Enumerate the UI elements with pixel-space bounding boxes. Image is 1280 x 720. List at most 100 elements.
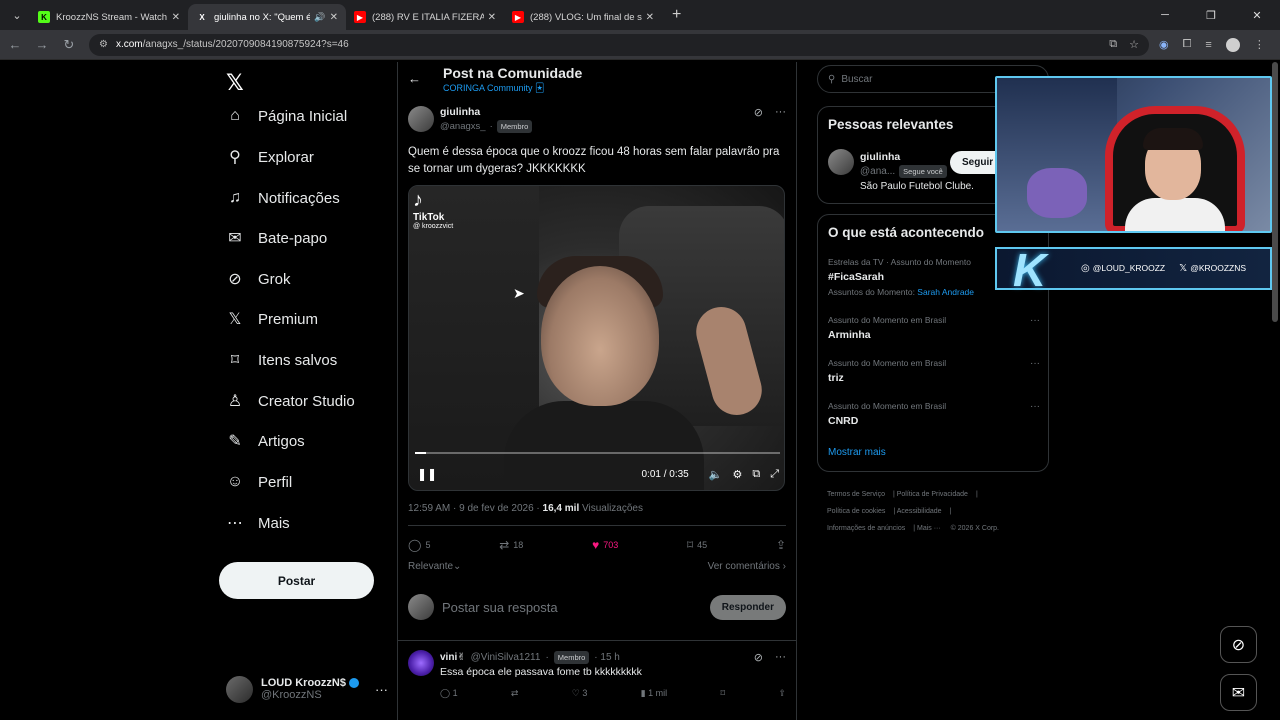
footer-link[interactable]: Política de cookies xyxy=(827,508,885,515)
sidebar-item-premium[interactable]: 𝕏 Premium xyxy=(226,305,318,333)
puzzle-icon[interactable]: ⧠ xyxy=(1183,38,1192,51)
sidebar-item-grok[interactable]: ⊘ Grok xyxy=(226,265,290,293)
share-action[interactable]: ⇪ xyxy=(776,538,786,552)
close-window-icon[interactable]: ✕ xyxy=(1234,0,1280,30)
url-path: /anagxs_/status/2020709084190875924?s=46 xyxy=(142,39,349,50)
menu-kebab-icon[interactable]: ⋮ xyxy=(1254,38,1265,51)
forward-arrow-icon[interactable]: → xyxy=(30,33,54,57)
share-action[interactable]: ⇪ xyxy=(778,688,786,699)
post-button[interactable]: Postar xyxy=(219,562,374,599)
like-action[interactable]: ♡ 3 xyxy=(572,688,588,699)
repost-action[interactable]: ⇄ xyxy=(511,688,519,699)
footer-link[interactable]: Informações de anúncios xyxy=(827,525,905,532)
reload-icon[interactable]: ↻ xyxy=(57,33,81,57)
back-arrow-icon[interactable]: ← xyxy=(408,71,421,86)
bookmark-action[interactable]: ⌑ xyxy=(721,688,726,699)
close-tab-icon[interactable]: ✕ xyxy=(646,12,654,23)
maximize-icon[interactable]: ❐ xyxy=(1188,0,1234,30)
x-logo-icon[interactable]: 𝕏 xyxy=(226,70,244,96)
sidebar-item-artigos[interactable]: ✎ Artigos xyxy=(226,427,304,455)
bookmark-star-icon[interactable]: ☆ xyxy=(1129,38,1139,51)
sidebar-item-notificações[interactable]: ♫ Notificações xyxy=(226,184,340,212)
avatar[interactable] xyxy=(828,149,854,175)
heart-icon: ♥ xyxy=(592,538,600,552)
avatar[interactable] xyxy=(408,106,434,132)
account-switcher[interactable]: LOUD KroozzN$ @KroozzNS ··· xyxy=(226,674,388,704)
pip-icon[interactable]: ⧉ xyxy=(752,468,760,481)
page-scrollbar[interactable] xyxy=(1272,62,1278,322)
reply-author-name[interactable]: vini✌ xyxy=(440,652,466,663)
sidebar-item-creator-studio[interactable]: ♙ Creator Studio xyxy=(226,387,355,415)
post-timestamp[interactable]: 12:59 AM · 9 de fev de 2026 · xyxy=(408,503,543,514)
more-dots-icon[interactable]: ··· xyxy=(1030,401,1040,412)
footer-link[interactable]: Termos de Serviço xyxy=(827,491,885,498)
tab-youtube-2[interactable]: ▶ (288) VLOG: Um final de seman ✕ xyxy=(504,4,662,30)
new-tab-plus-icon[interactable]: + xyxy=(672,6,681,24)
community-link[interactable]: CORINGA Community 🃏 xyxy=(443,83,582,94)
tab-x-post[interactable]: X giulinha no X: "Quem é dess 🔊 ✕ xyxy=(188,4,346,30)
reply-input[interactable]: Postar sua resposta xyxy=(442,600,558,615)
bookmark-action[interactable]: ⌑ 45 xyxy=(687,538,707,552)
minimize-icon[interactable]: ─ xyxy=(1142,0,1188,30)
relevant-name[interactable]: giulinha xyxy=(860,151,900,163)
volume-icon[interactable]: 🔈 xyxy=(709,468,723,481)
author-name[interactable]: giulinha xyxy=(440,106,532,118)
sidebar-item-perfil[interactable]: ☺ Perfil xyxy=(226,468,292,496)
pause-icon[interactable]: ❚❚ xyxy=(417,467,437,481)
sidebar-item-bate-papo[interactable]: ✉ Bate-papo xyxy=(226,224,327,252)
tab-youtube-1[interactable]: ▶ (288) RV E ITALIA FIZERAM CHA ✕ xyxy=(346,4,504,30)
sort-label: Relevante xyxy=(408,561,454,572)
sort-dropdown[interactable]: Relevante⌄ xyxy=(408,561,461,572)
view-comments-link[interactable]: Ver comentários › xyxy=(708,561,786,572)
settings-gear-icon[interactable]: ⚙ xyxy=(732,468,742,481)
sidebar-item-mais[interactable]: ⋯ Mais xyxy=(226,509,290,537)
video-player[interactable]: ♪ TikTok @ kroozzvict ➤ ❚❚ 0:01 / 0:35 🔈… xyxy=(408,185,785,491)
footer-link[interactable]: Mais ··· xyxy=(917,525,941,532)
avatar[interactable] xyxy=(408,650,434,676)
messages-fab-button[interactable]: ✉ xyxy=(1220,674,1257,711)
tab-search-button[interactable]: ⌄ xyxy=(4,4,30,26)
trend-item[interactable]: Assunto do Momento em Brasil Arminha ··· xyxy=(828,315,1040,341)
trend-extra-link[interactable]: Sarah Andrade xyxy=(917,287,974,297)
fullscreen-icon[interactable]: ⤢ xyxy=(770,468,779,481)
trend-item[interactable]: Assunto do Momento em Brasil triz ··· xyxy=(828,358,1040,384)
reply-button[interactable]: Responder xyxy=(709,594,786,620)
x-logo-icon: 𝕏 xyxy=(1179,263,1188,274)
footer-link[interactable]: Acessibilidade xyxy=(897,508,942,515)
media-icon[interactable]: ≡ xyxy=(1205,39,1211,51)
reply-author-handle[interactable]: @ViniSilva1211 xyxy=(471,652,541,663)
profile-avatar-icon[interactable] xyxy=(1225,37,1240,52)
close-tab-icon[interactable]: ✕ xyxy=(330,12,338,23)
sidebar-item-explorar[interactable]: ⚲ Explorar xyxy=(226,143,314,171)
close-tab-icon[interactable]: ✕ xyxy=(488,12,496,23)
more-dots-icon[interactable]: ··· xyxy=(775,106,786,119)
reply-action[interactable]: ◯ 1 xyxy=(440,688,458,699)
sidebar-item-itens-salvos[interactable]: ⌑ Itens salvos xyxy=(226,346,337,374)
more-dots-icon[interactable]: ··· xyxy=(1030,358,1040,369)
repost-action[interactable]: ⇄ 18 xyxy=(499,538,523,552)
reply-action[interactable]: ◯ 5 xyxy=(408,538,430,552)
install-app-icon[interactable]: ⧉ xyxy=(1109,38,1117,51)
like-action[interactable]: ♥ 703 xyxy=(592,538,618,552)
grok-icon[interactable]: ⊘ xyxy=(754,651,763,664)
show-more-link[interactable]: Mostrar mais xyxy=(828,447,886,458)
trend-item[interactable]: Assunto do Momento em Brasil CNRD ··· xyxy=(828,401,1040,427)
sidebar-item-página-inicial[interactable]: ⌂ Página Inicial xyxy=(226,102,347,130)
video-progress-bar[interactable] xyxy=(415,452,780,454)
grok-fab-button[interactable]: ⊘ xyxy=(1220,626,1257,663)
grok-icon[interactable]: ⊘ xyxy=(754,106,763,119)
site-info-icon[interactable]: ⚙ xyxy=(99,39,108,50)
back-arrow-icon[interactable]: ← xyxy=(3,33,27,57)
close-tab-icon[interactable]: ✕ xyxy=(172,12,180,23)
reply-time[interactable]: · 15 h xyxy=(594,652,620,663)
extension-icon[interactable]: ◉ xyxy=(1159,38,1169,51)
url-bar[interactable]: ⚙ x.com/anagxs_/status/20207090841908759… xyxy=(89,33,1149,56)
author-handle[interactable]: @anagxs_ xyxy=(440,121,486,132)
more-dots-icon[interactable]: ··· xyxy=(775,651,786,664)
tab-kick-stream[interactable]: K KroozzNS Stream - Watch Live o ✕ xyxy=(30,4,188,30)
more-dots-icon[interactable]: ··· xyxy=(375,682,388,697)
footer-link[interactable]: Política de Privacidade xyxy=(897,491,968,498)
more-dots-icon[interactable]: ··· xyxy=(1030,315,1040,326)
views-action[interactable]: ▮ 1 mil xyxy=(641,688,667,699)
speaker-icon[interactable]: 🔊 xyxy=(314,12,325,23)
